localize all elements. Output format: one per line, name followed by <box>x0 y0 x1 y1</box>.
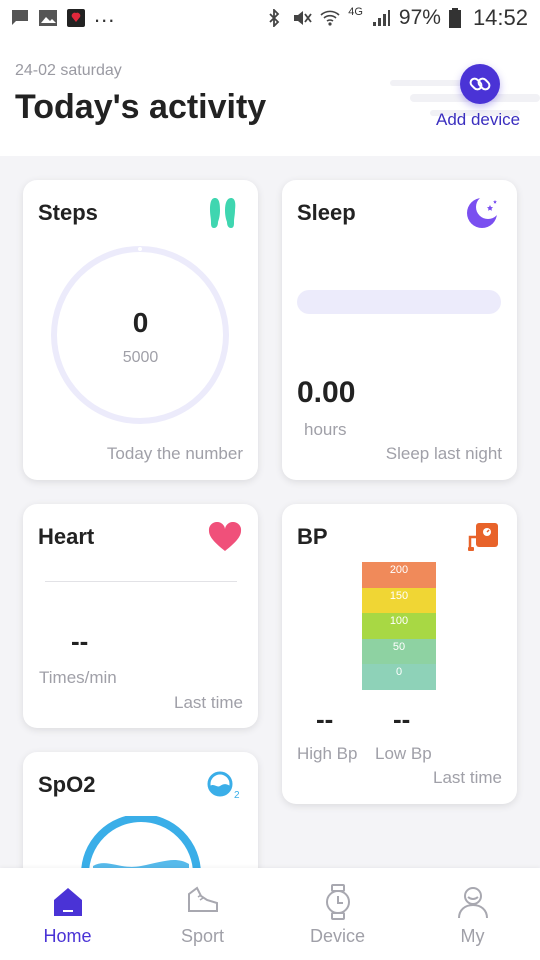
bp-high-label: High Bp <box>297 744 358 763</box>
sleep-card[interactable]: Sleep 0.00 hours Sleep last night <box>282 180 517 480</box>
bp-low-label: Low Bp <box>375 744 432 763</box>
bp-band-0: 0 <box>362 664 436 690</box>
sleep-caption: Sleep last night <box>385 444 502 463</box>
heart-title: Heart <box>38 524 95 549</box>
steps-goal: 5000 <box>122 349 159 366</box>
app-icon <box>67 9 85 27</box>
header-date: 24-02 saturday <box>15 62 122 79</box>
nav-home-label: Home <box>43 926 92 946</box>
bp-low-value: -- <box>393 704 411 734</box>
nav-sport[interactable]: Sport <box>135 868 270 960</box>
heart-card[interactable]: Heart -- Times/min Last time <box>23 504 258 728</box>
shoe-icon <box>187 886 218 912</box>
bp-band-label: 200 <box>389 564 409 576</box>
steps-caption: Today the number <box>106 444 243 463</box>
page-title: Today's activity <box>15 88 267 126</box>
bp-band-100: 100 <box>362 613 436 639</box>
bp-band-200: 200 <box>362 562 436 588</box>
steps-title: Steps <box>38 200 98 225</box>
bp-band-label: 150 <box>389 589 409 602</box>
status-bar-left: ... <box>10 2 115 28</box>
steps-value: 0 <box>132 307 149 338</box>
user-icon <box>457 887 488 919</box>
add-device-button[interactable] <box>460 64 500 104</box>
heart-divider <box>45 581 237 582</box>
bottom-nav: Home Sport Device My <box>0 868 540 960</box>
status-bar-right: 4G 97% 14:52 <box>264 5 528 31</box>
nav-device[interactable]: Device <box>270 868 405 960</box>
bp-band-label: 100 <box>389 615 409 628</box>
bp-card[interactable]: BP 200 150 100 50 0 -- -- High Bp Low Bp… <box>282 504 517 804</box>
watch-icon <box>325 884 350 920</box>
heart-caption: Last time <box>174 693 243 712</box>
nav-my[interactable]: My <box>405 868 540 960</box>
wifi-icon <box>320 10 340 26</box>
bp-band-label: 0 <box>395 666 403 679</box>
clock: 14:52 <box>472 5 528 30</box>
heart-value: -- <box>71 626 89 656</box>
add-device-label[interactable]: Add device <box>436 110 520 130</box>
moon-icon <box>467 196 500 228</box>
spo2-title: SpO2 <box>38 772 96 797</box>
bluetooth-icon <box>269 9 280 27</box>
network-type: 4G <box>348 6 363 18</box>
bp-band-50: 50 <box>362 638 436 665</box>
status-bar: ... 4G 97% 14:52 <box>0 0 540 36</box>
spo2-gauge <box>81 816 201 876</box>
heart-unit: Times/min <box>39 668 117 687</box>
bp-scale: 200 150 100 50 0 <box>362 562 436 690</box>
signal-icon <box>372 10 390 26</box>
heart-icon <box>208 522 242 551</box>
battery-icon <box>448 8 461 28</box>
bp-title: BP <box>297 524 328 549</box>
bp-caption: Last time <box>433 768 502 787</box>
sleep-unit: hours <box>304 420 347 439</box>
bp-band-150: 150 <box>362 587 436 614</box>
steps-card[interactable]: Steps 0 5000 Today the number <box>23 180 258 480</box>
nav-device-label: Device <box>309 926 366 946</box>
spo2-icon: 2 <box>207 771 240 800</box>
nav-sport-label: Sport <box>180 926 225 946</box>
blood-pressure-icon <box>468 523 498 551</box>
bp-high-value: -- <box>316 704 334 734</box>
mute-icon <box>294 11 312 25</box>
nav-my-label: My <box>460 926 485 946</box>
status-dots: ... <box>94 2 116 27</box>
battery-percent: 97% <box>398 6 441 29</box>
bp-band-label: 50 <box>392 640 406 653</box>
sleep-title: Sleep <box>297 200 356 225</box>
nav-home[interactable]: Home <box>0 868 135 960</box>
link-icon <box>469 77 491 91</box>
svg-text:2: 2 <box>234 790 240 800</box>
footprints-icon <box>210 198 236 228</box>
message-icon <box>12 10 28 25</box>
sleep-value: 0.00 <box>297 376 356 409</box>
header: 24-02 saturday Today's activity Add devi… <box>0 36 540 156</box>
sleep-bar <box>297 290 501 314</box>
home-icon <box>53 888 82 916</box>
image-icon <box>39 10 57 26</box>
